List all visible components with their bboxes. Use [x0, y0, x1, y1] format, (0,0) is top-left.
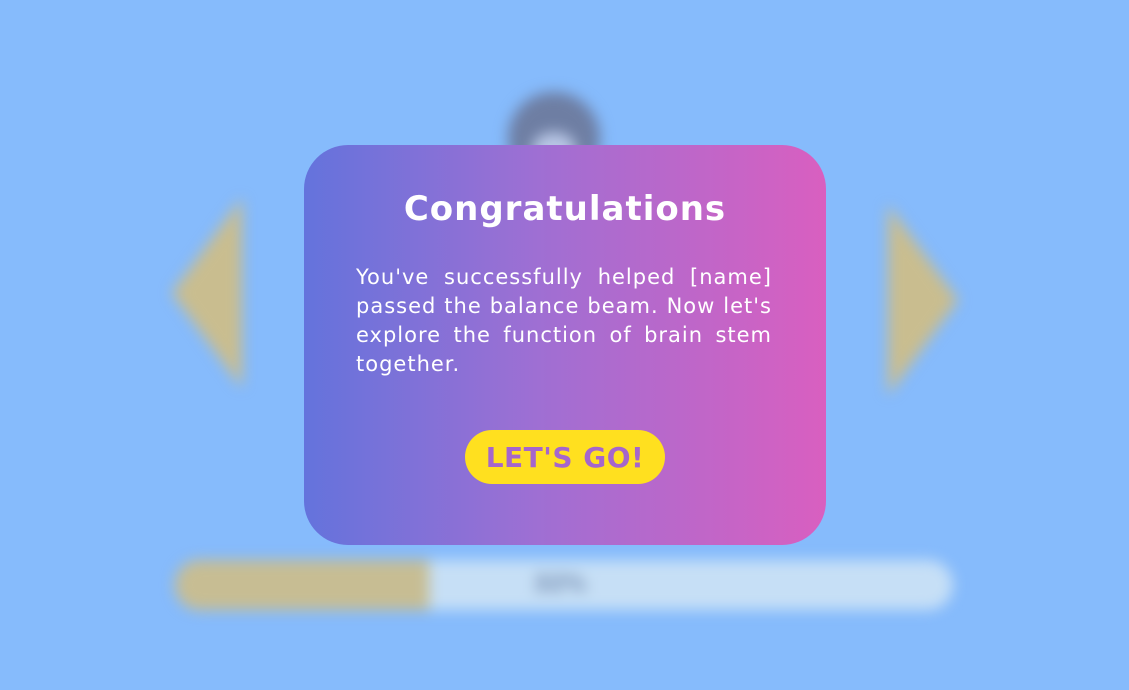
previous-arrow-icon[interactable]	[172, 198, 242, 388]
dialog-title: Congratulations	[403, 189, 727, 229]
congratulations-dialog: Congratulations You've successfully help…	[304, 145, 826, 545]
lets-go-button[interactable]: LET'S GO!	[465, 430, 665, 484]
dialog-message: You've successfully helped [name] passed…	[356, 265, 772, 376]
next-arrow-icon[interactable]	[888, 205, 958, 395]
progress-bar: 32%	[175, 560, 953, 610]
progress-label: 32%	[533, 572, 587, 597]
